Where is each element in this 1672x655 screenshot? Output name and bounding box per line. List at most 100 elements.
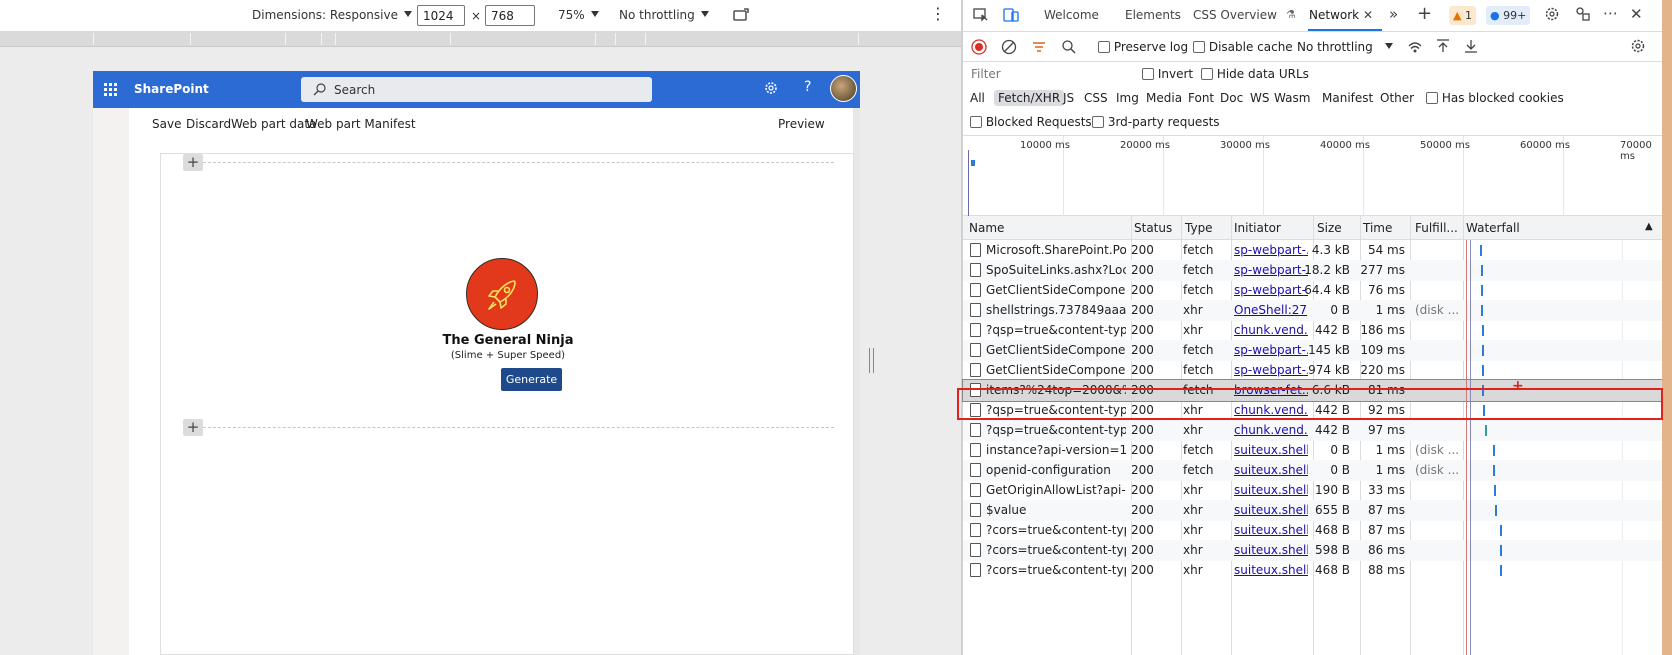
disable-cache-checkbox[interactable]: Disable cache — [1193, 40, 1293, 54]
request-row[interactable]: GetClientSideComponen...200fetchsp-webpa… — [963, 360, 1662, 381]
zoom-dropdown[interactable]: 75% — [558, 8, 599, 22]
waterfall-bar — [1481, 265, 1483, 276]
col-waterfall[interactable]: Waterfall — [1466, 221, 1520, 235]
preserve-log-checkbox[interactable]: Preserve log — [1098, 40, 1188, 54]
preview-button[interactable]: Preview — [778, 117, 825, 131]
request-row[interactable]: ?cors=true&content-typ...200xhrsuiteux.s… — [963, 540, 1662, 561]
device-height-input[interactable] — [485, 5, 535, 26]
generate-button[interactable]: Generate — [501, 368, 562, 391]
device-width-input[interactable] — [417, 5, 465, 26]
search-icon[interactable] — [1061, 39, 1077, 58]
request-row[interactable]: GetClientSideComponents200fetchsp-webpar… — [963, 280, 1662, 301]
close-devtools-icon[interactable]: ✕ — [1630, 5, 1643, 23]
request-row[interactable]: SpoSuiteLinks.ashx?Loca...200fetchsp-web… — [963, 260, 1662, 281]
request-row[interactable]: GetClientSideComponen...200fetchsp-webpa… — [963, 340, 1662, 361]
resize-handle[interactable] — [869, 348, 874, 373]
device-toggle-icon[interactable] — [1003, 7, 1019, 26]
type-fetch-xhr[interactable]: Fetch/XHR — [994, 90, 1065, 106]
filter-input[interactable]: Filter — [966, 64, 1126, 84]
col-type[interactable]: Type — [1185, 221, 1213, 235]
request-row[interactable]: Microsoft.SharePoint.Por...200fetchsp-we… — [963, 240, 1662, 261]
type-font[interactable]: Font — [1188, 91, 1214, 105]
request-status: 200 — [1131, 463, 1154, 477]
web-part-data-button[interactable]: Web part data — [231, 117, 316, 131]
clear-icon[interactable] — [1001, 39, 1017, 58]
tab-elements[interactable]: Elements — [1125, 8, 1181, 22]
col-name[interactable]: Name — [969, 221, 1004, 235]
third-party-checkbox[interactable]: 3rd-party requests — [1092, 115, 1220, 129]
type-media[interactable]: Media — [1146, 91, 1182, 105]
col-fulfilled[interactable]: Fulfill... — [1415, 221, 1458, 235]
invert-checkbox[interactable]: Invert — [1142, 67, 1193, 81]
web-part-manifest-button[interactable]: Web part Manifest — [306, 117, 416, 131]
checkbox-icon — [1426, 92, 1438, 104]
type-wasm[interactable]: Wasm — [1274, 91, 1310, 105]
type-css[interactable]: CSS — [1084, 91, 1108, 105]
col-initiator[interactable]: Initiator — [1234, 221, 1281, 235]
type-doc[interactable]: Doc — [1220, 91, 1243, 105]
add-tab-icon[interactable]: + — [1417, 3, 1432, 24]
dimensions-dropdown[interactable]: Dimensions: Responsive — [252, 8, 412, 22]
request-time: 186 ms — [1360, 323, 1405, 337]
type-img[interactable]: Img — [1116, 91, 1139, 105]
app-launcher-icon[interactable] — [104, 83, 117, 96]
close-tab-icon[interactable]: ✕ — [1363, 8, 1373, 22]
add-webpart-button[interactable]: + — [183, 154, 203, 171]
request-row[interactable]: GetOriginAllowList?api-v...200xhrsuiteux… — [963, 480, 1662, 501]
request-row[interactable]: ?qsp=true&content-typ... 200 xhr chunk.vend… — [963, 420, 1662, 441]
wifi-settings-icon[interactable] — [1407, 39, 1423, 58]
more-options-icon[interactable]: ⋯ — [1603, 4, 1618, 22]
settings-gear-icon[interactable] — [1544, 6, 1560, 25]
request-row[interactable]: shellstrings.737849aaa9...200xhrOneShell… — [963, 300, 1662, 321]
tab-network[interactable]: Network — [1309, 8, 1359, 22]
help-icon[interactable]: ? — [804, 79, 811, 95]
issues-badge[interactable]: ● 99+ — [1486, 6, 1531, 25]
inspect-element-icon[interactable] — [973, 7, 989, 26]
request-row[interactable]: ?qsp=true&content-typ... 200 xhr chunk.vend… — [963, 320, 1662, 341]
blocked-requests-checkbox[interactable]: Blocked Requests — [970, 115, 1092, 129]
discard-button[interactable]: Discard — [186, 117, 231, 131]
col-time[interactable]: Time — [1363, 221, 1392, 235]
search-box[interactable]: Search — [301, 77, 652, 102]
hide-data-urls-checkbox[interactable]: Hide data URLs — [1201, 67, 1309, 81]
customize-icon[interactable] — [1575, 6, 1591, 25]
avatar[interactable] — [830, 75, 857, 102]
overview-tick: 40000 ms — [1320, 140, 1370, 151]
request-row[interactable]: instance?api-version=1....200fetchsuiteu… — [963, 440, 1662, 461]
warnings-badge[interactable]: ▲ 1 — [1449, 6, 1476, 25]
upload-icon[interactable] — [1435, 38, 1451, 57]
col-status[interactable]: Status — [1134, 221, 1172, 235]
download-icon[interactable] — [1463, 38, 1479, 57]
type-other[interactable]: Other — [1380, 91, 1414, 105]
more-options-icon[interactable]: ⋮ — [930, 4, 947, 23]
invert-label: Invert — [1157, 67, 1194, 81]
request-time: 87 ms — [1367, 523, 1405, 537]
save-button[interactable]: Save — [152, 117, 181, 131]
tab-welcome[interactable]: Welcome — [1044, 8, 1099, 22]
request-row[interactable]: ?cors=true&content-typ...200xhrsuiteux.s… — [963, 520, 1662, 541]
type-ws[interactable]: WS — [1250, 91, 1269, 105]
sort-up-icon[interactable]: ▲ — [1645, 221, 1653, 232]
type-all[interactable]: All — [970, 91, 985, 105]
record-icon[interactable] — [971, 39, 987, 58]
app-name[interactable]: SharePoint — [134, 82, 209, 96]
request-row[interactable]: ?cors=true&content-typ...200xhrsuiteux.s… — [963, 560, 1662, 581]
screen: Dimensions: Responsive × 75% No throttli… — [0, 0, 1672, 655]
device-throttling-dropdown[interactable]: No throttling — [619, 8, 709, 22]
settings-gear-icon[interactable] — [763, 80, 779, 99]
type-manifest[interactable]: Manifest — [1322, 91, 1373, 105]
request-size: 974 kB — [1308, 363, 1350, 377]
add-section-button[interactable]: + — [183, 419, 203, 436]
more-tabs-icon[interactable]: » — [1389, 5, 1398, 23]
network-settings-gear-icon[interactable] — [1630, 38, 1646, 57]
tab-css-overview[interactable]: CSS Overview — [1193, 8, 1277, 22]
network-overview-timeline[interactable]: 10000 ms 20000 ms 30000 ms 40000 ms 5000… — [963, 136, 1662, 216]
request-row[interactable]: openid-configuration 200 fetch suiteux.shel… — [963, 460, 1662, 481]
type-js[interactable]: JS — [1063, 91, 1074, 105]
rotate-icon[interactable] — [733, 7, 751, 26]
col-size[interactable]: Size — [1317, 221, 1342, 235]
network-throttling-dropdown[interactable]: No throttling — [1297, 40, 1393, 54]
has-blocked-cookies-checkbox[interactable]: Has blocked cookies — [1426, 91, 1564, 105]
filter-icon[interactable] — [1031, 39, 1047, 58]
request-row[interactable]: $value200xhrsuiteux.shell...655 B87 ms — [963, 500, 1662, 521]
